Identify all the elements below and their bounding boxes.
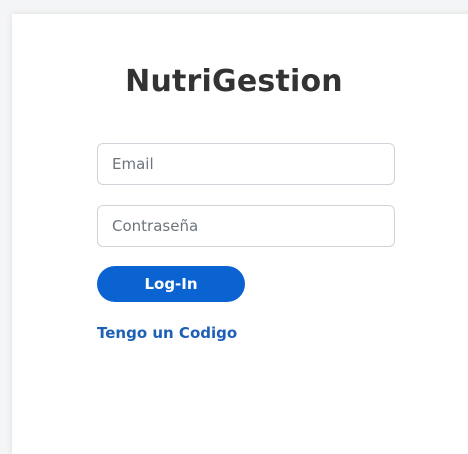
login-card: NutriGestion Log-In Tengo un Codigo [12,14,468,454]
password-input[interactable] [97,205,395,247]
have-code-link[interactable]: Tengo un Codigo [97,324,237,342]
email-input[interactable] [97,143,395,185]
login-button[interactable]: Log-In [97,266,245,302]
app-title: NutriGestion [125,64,343,99]
